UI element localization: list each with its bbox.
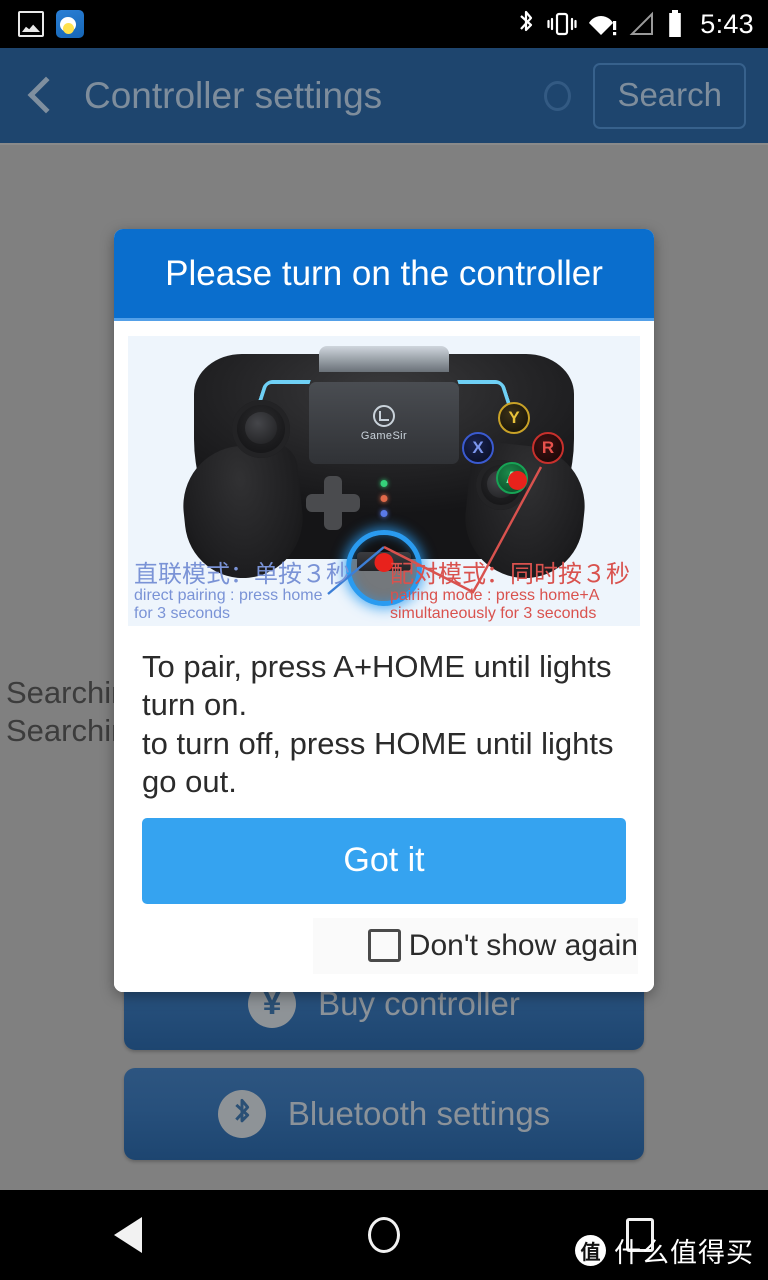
dialog-title: Please turn on the controller bbox=[165, 253, 603, 293]
dialog-body: GameSir Y X R A bbox=[114, 321, 654, 992]
controller-illustration: GameSir Y X R A bbox=[128, 336, 640, 626]
caption-direct-pairing-en-2: for 3 seconds bbox=[134, 604, 231, 622]
watermark: 值 什么值得买 bbox=[575, 1231, 754, 1270]
bluetooth-icon bbox=[520, 10, 533, 32]
dpad-icon bbox=[306, 476, 360, 530]
nav-back-icon bbox=[113, 1217, 142, 1253]
page-title: Controller settings bbox=[84, 75, 383, 116]
status-bar-right-icons: 5:43 bbox=[516, 9, 754, 40]
dont-show-again-row[interactable]: Don't show again bbox=[114, 917, 638, 974]
gamesir-brand-text: GameSir bbox=[360, 429, 408, 442]
led-indicator-1 bbox=[380, 480, 388, 487]
dont-show-again-label: Don't show again bbox=[408, 928, 638, 962]
app-notification-icon bbox=[56, 10, 84, 38]
watermark-badge: 值 bbox=[575, 1235, 606, 1266]
nav-home-button[interactable] bbox=[256, 1217, 512, 1253]
nav-home-icon bbox=[367, 1217, 400, 1253]
dont-show-again-checkbox[interactable] bbox=[367, 929, 401, 963]
dialog-header: Please turn on the controller bbox=[114, 229, 654, 321]
dialog-footer-spacer bbox=[114, 973, 654, 992]
screenshot-icon bbox=[18, 11, 44, 37]
nav-back-button[interactable] bbox=[0, 1217, 256, 1253]
dialog-message-line-2: to turn off, press HOME until lights go … bbox=[142, 725, 614, 800]
search-progress-spinner bbox=[544, 81, 572, 111]
button-a-marker-dot bbox=[508, 471, 527, 490]
gamesir-logo-icon bbox=[373, 404, 395, 427]
caption-pairing-mode-en-2: simultaneously for 3 seconds bbox=[390, 604, 597, 622]
button-y: Y bbox=[498, 402, 530, 434]
caption-direct-pairing-cn: 直联模式：单按３秒 bbox=[134, 561, 350, 589]
dialog-message: To pair, press A+HOME until lights turn … bbox=[114, 626, 654, 818]
caption-pairing-mode: 配对模式：同时按３秒 pairing mode : press home+A s… bbox=[384, 562, 640, 622]
status-bar: 5:43 bbox=[0, 0, 768, 48]
caption-pairing-mode-cn: 配对模式：同时按３秒 bbox=[390, 561, 630, 589]
bluetooth-settings-label: Bluetooth settings bbox=[287, 1095, 551, 1132]
button-x: X bbox=[462, 432, 494, 464]
app-bar: Controller settings Search bbox=[0, 48, 768, 144]
bluetooth-settings-button[interactable]: Bluetooth settings bbox=[124, 1068, 644, 1160]
controller-pairing-dialog: Please turn on the controller GameSir Y … bbox=[114, 229, 654, 992]
dialog-message-line-1: To pair, press A+HOME until lights turn … bbox=[142, 649, 612, 723]
bluetooth-glyph bbox=[235, 1098, 249, 1123]
caption-pairing-mode-en-1: pairing mode : press home+A bbox=[390, 587, 600, 605]
left-analog-stick bbox=[232, 400, 290, 458]
app-bar-actions: Search bbox=[544, 63, 746, 129]
got-it-button[interactable]: Got it bbox=[142, 817, 626, 904]
gamepad-body: GameSir Y X R A bbox=[177, 346, 591, 606]
gamepad-brand-panel: GameSir bbox=[309, 382, 459, 464]
search-button[interactable]: Search bbox=[593, 63, 746, 129]
battery-icon bbox=[669, 10, 682, 37]
bluetooth-icon bbox=[217, 1090, 266, 1138]
status-bar-clock: 5:43 bbox=[700, 8, 754, 39]
phone-screen: 5:43 Controller settings Search Searchin… bbox=[0, 0, 768, 1280]
vibrate-icon bbox=[547, 12, 577, 36]
led-indicator-3 bbox=[380, 510, 388, 517]
cell-signal-icon bbox=[629, 11, 654, 35]
status-bar-left-icons bbox=[18, 10, 84, 38]
caption-direct-pairing-en-1: direct pairing : press home bbox=[134, 587, 323, 605]
back-arrow-icon[interactable] bbox=[26, 73, 56, 119]
system-navigation-bar: 值 什么值得买 bbox=[0, 1190, 768, 1280]
led-indicator-2 bbox=[380, 495, 388, 502]
wifi-alert-icon bbox=[589, 16, 617, 36]
watermark-text: 什么值得买 bbox=[614, 1238, 754, 1268]
button-r: R bbox=[532, 432, 564, 464]
caption-direct-pairing: 直联模式：单按３秒 direct pairing : press home fo… bbox=[128, 562, 384, 622]
gamepad-shoulder bbox=[319, 346, 449, 372]
illustration-captions: 直联模式：单按３秒 direct pairing : press home fo… bbox=[128, 562, 640, 622]
